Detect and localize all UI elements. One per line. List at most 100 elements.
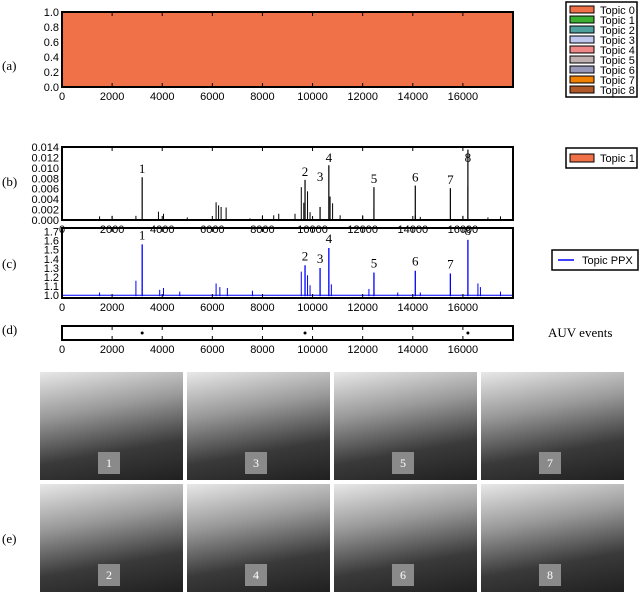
x-tick-label: 4000 — [150, 344, 174, 356]
auv-photo: 3 — [187, 372, 330, 480]
peak-label: 6 — [412, 170, 419, 185]
panel-label: (b) — [2, 174, 17, 189]
photo-number-label: 3 — [245, 452, 267, 474]
photo-number-label: 8 — [539, 564, 561, 586]
peak-label: 1 — [139, 227, 146, 242]
panel-label: (d) — [2, 322, 17, 337]
peak-label: 4 — [326, 231, 333, 246]
x-tick-label: 10000 — [297, 91, 328, 103]
auv-photo: 4 — [187, 484, 330, 592]
x-tick-label: 4000 — [150, 302, 174, 314]
legend-swatch — [569, 65, 595, 74]
peak-label: 3 — [317, 169, 324, 184]
peak-label: 8 — [465, 223, 472, 238]
peak-label: 1 — [139, 161, 146, 176]
legend-swatch — [569, 15, 595, 24]
legend-swatch — [569, 75, 595, 84]
x-tick-label: 2000 — [100, 344, 124, 356]
legend-swatch — [569, 55, 595, 64]
photo-number-label: 4 — [245, 564, 267, 586]
peak-label: 3 — [317, 251, 324, 266]
x-tick-label: 0 — [59, 302, 65, 314]
auv-photo: 8 — [481, 484, 624, 592]
x-tick-label: 16000 — [448, 344, 479, 356]
photo-number-label: 1 — [98, 452, 120, 474]
y-tick-label: 0.0 — [44, 82, 59, 94]
x-tick-label: 14000 — [397, 91, 428, 103]
auv-event-marker — [140, 331, 144, 335]
peak-label: 6 — [412, 254, 419, 269]
y-tick-label: 0.6 — [44, 37, 59, 49]
auv-photo: 2 — [40, 484, 183, 592]
x-tick-label: 2000 — [100, 91, 124, 103]
x-tick-label: 0 — [59, 91, 65, 103]
y-tick-label: 0.002 — [31, 205, 59, 217]
auv-photo: 7 — [481, 372, 624, 480]
peak-label: 8 — [465, 150, 472, 165]
x-tick-label: 12000 — [347, 344, 378, 356]
peak-label: 7 — [447, 256, 454, 271]
legend-label: Topic 8 — [600, 85, 635, 97]
auv-event-marker — [303, 331, 307, 335]
auv-photo: 6 — [334, 484, 477, 592]
x-tick-label: 6000 — [200, 344, 224, 356]
auv-event-marker — [466, 331, 470, 335]
legend-swatch — [569, 5, 595, 14]
y-tick-label: 0.8 — [44, 22, 59, 34]
x-tick-label: 14000 — [397, 344, 428, 356]
y-tick-label: 0.014 — [31, 142, 59, 154]
y-tick-label: 0.006 — [31, 184, 59, 196]
photo-number-label: 6 — [392, 564, 414, 586]
x-tick-label: 6000 — [200, 91, 224, 103]
legend-label: Topic 1 — [600, 153, 635, 165]
panel-b-frame — [61, 146, 514, 221]
panel-label: (e) — [2, 531, 16, 546]
x-tick-label: 10000 — [297, 344, 328, 356]
legend-label: Topic PPX — [582, 255, 633, 267]
panel-c-frame — [61, 227, 514, 299]
legend-swatch — [569, 35, 595, 44]
auv-photo: 5 — [334, 372, 477, 480]
x-tick-label: 0 — [59, 344, 65, 356]
auv-photo: 1 — [40, 372, 183, 480]
legend-swatch — [569, 45, 595, 54]
legend-swatch — [569, 153, 595, 163]
x-tick-label: 2000 — [100, 302, 124, 314]
peak-label: 7 — [447, 172, 454, 187]
topic-0-area — [62, 12, 513, 87]
x-tick-label: 8000 — [250, 91, 274, 103]
x-tick-label: 14000 — [397, 302, 428, 314]
x-tick-label: 16000 — [448, 91, 479, 103]
peak-label: 5 — [371, 171, 378, 186]
peak-label: 2 — [302, 248, 309, 263]
panel-d-frame — [61, 325, 514, 341]
y-tick-label: 0.2 — [44, 67, 59, 79]
photo-number-label: 7 — [539, 452, 561, 474]
peak-label: 5 — [371, 256, 378, 271]
x-tick-label: 16000 — [448, 302, 479, 314]
peak-label: 2 — [302, 164, 309, 179]
panel-label: (a) — [2, 58, 16, 73]
legend-swatch — [569, 25, 595, 34]
photo-number-label: 2 — [98, 564, 120, 586]
x-tick-label: 8000 — [250, 344, 274, 356]
x-tick-label: 6000 — [200, 302, 224, 314]
y-tick-label: 0.008 — [31, 173, 59, 185]
legend-swatch — [569, 85, 595, 94]
photo-number-label: 5 — [392, 452, 414, 474]
y-tick-label: 0.004 — [31, 194, 59, 206]
y-tick-label: 0.4 — [44, 52, 59, 64]
peak-label: 4 — [326, 150, 333, 165]
legend-label: AUV events — [548, 325, 612, 340]
y-tick-label: 1.0 — [44, 7, 59, 19]
y-tick-label: 0.010 — [31, 163, 59, 175]
x-tick-label: 10000 — [297, 302, 328, 314]
x-tick-label: 8000 — [250, 302, 274, 314]
y-tick-label: 0.000 — [31, 215, 59, 227]
y-tick-label: 0.012 — [31, 152, 59, 164]
x-tick-label: 4000 — [150, 91, 174, 103]
x-tick-label: 12000 — [347, 302, 378, 314]
panel-label: (c) — [2, 256, 16, 271]
y-tick-label: 1.7 — [44, 227, 59, 239]
x-tick-label: 12000 — [347, 91, 378, 103]
